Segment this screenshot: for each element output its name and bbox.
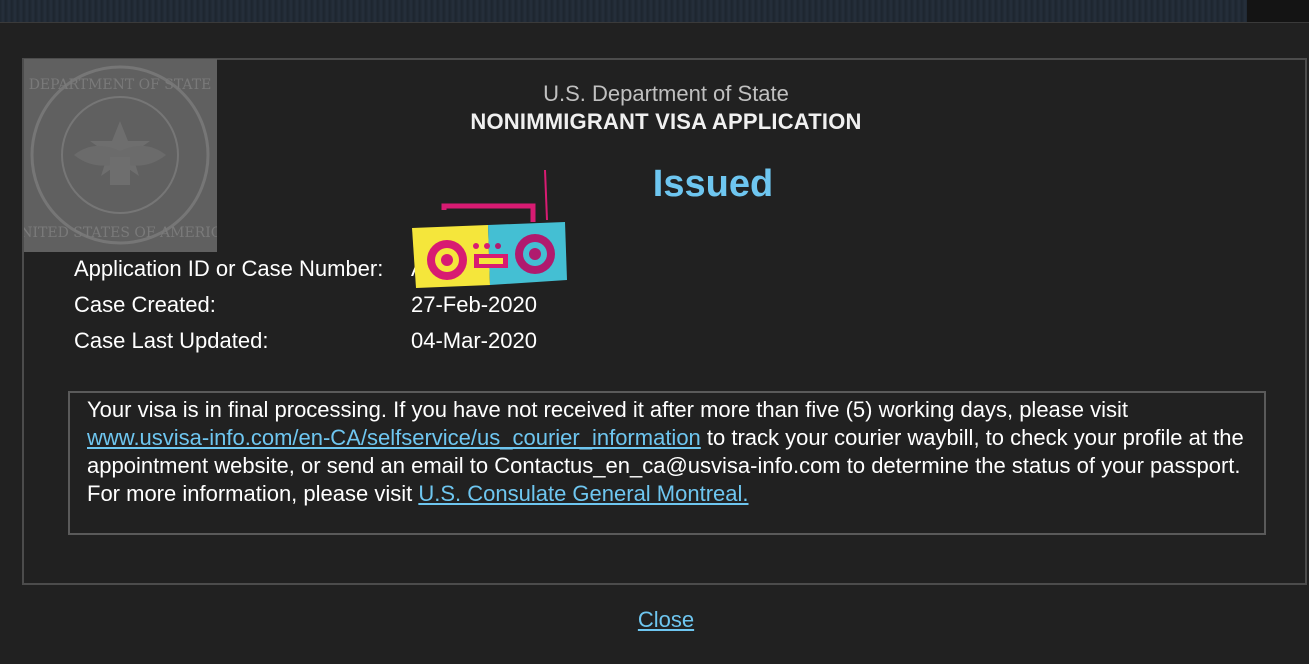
- boombox-sticker-icon: [408, 168, 570, 290]
- close-link[interactable]: Close: [638, 607, 694, 632]
- status-label: Issued: [652, 163, 774, 205]
- message-text-1: Your visa is in final processing. If you…: [87, 397, 1129, 422]
- department-name: U.S. Department of State: [543, 81, 789, 106]
- header: U.S. Department of State NONIMMIGRANT VI…: [360, 80, 972, 136]
- case-updated-label: Case Last Updated:: [74, 328, 269, 353]
- consulate-link[interactable]: U.S. Consulate General Montreal.: [418, 481, 748, 506]
- svg-text:DEPARTMENT OF STATE: DEPARTMENT OF STATE: [29, 77, 212, 93]
- application-id-label: Application ID or Case Number:: [74, 256, 384, 281]
- close-area: Close: [560, 607, 772, 633]
- svg-text:UNITED STATES OF AMERICA: UNITED STATES OF AMERICA: [24, 225, 217, 241]
- background-strip-dark: [1247, 0, 1309, 22]
- message-text-3: For more information, please visit: [87, 481, 419, 506]
- department-of-state-seal-icon: DEPARTMENT OF STATE UNITED STATES OF AME…: [24, 59, 217, 252]
- form-title: NONIMMIGRANT VISA APPLICATION: [470, 109, 862, 134]
- case-updated-value: 04-Mar-2020: [411, 328, 537, 353]
- message-box: Your visa is in final processing. If you…: [68, 391, 1266, 535]
- case-created-label: Case Created:: [74, 292, 216, 317]
- case-created-value: 27-Feb-2020: [411, 292, 537, 317]
- courier-information-link[interactable]: www.usvisa-info.com/en-CA/selfservice/us…: [87, 425, 701, 450]
- background-strip: [0, 0, 1309, 22]
